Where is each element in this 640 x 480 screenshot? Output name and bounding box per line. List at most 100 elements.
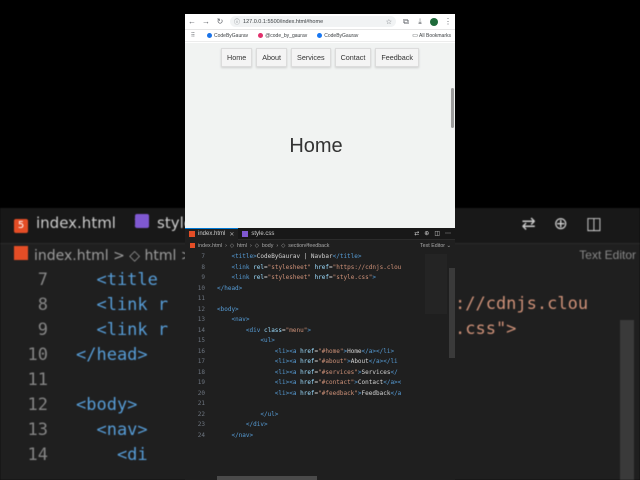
bg-code-text: </head> — [76, 345, 148, 365]
code-token: "#feedback" — [318, 389, 358, 397]
preview-icon[interactable]: ⊕ — [424, 230, 429, 237]
bookmark-item[interactable]: CodeByGaurav — [207, 33, 248, 39]
line-number: 24 — [197, 431, 205, 439]
editor-tab-bar: index.html ✕ style.css ⇄ ⊕ ◫ ⋯ — [185, 228, 455, 240]
code-token: "menu" — [285, 326, 308, 334]
code-token: </a></li — [368, 358, 398, 365]
extensions-icon[interactable]: ⧉ — [402, 17, 410, 27]
bg-code-text: <di — [76, 445, 148, 465]
code-line[interactable]: 23 </div> — [185, 420, 447, 431]
breadcrumb-section[interactable]: section#feedback — [288, 243, 329, 249]
bg-line-number: 9 — [37, 320, 48, 340]
line-number: 7 — [201, 253, 205, 260]
code-line[interactable]: 9 <link rel="stylesheet" href="style.css… — [185, 273, 447, 284]
code-token: <li><a — [274, 358, 301, 365]
line-number: 19 — [197, 379, 205, 386]
line-number: 20 — [197, 389, 205, 397]
bookmark-star-icon[interactable]: ☆ — [386, 18, 392, 26]
breadcrumb: index.html › ◇ html › ◇ body › ◇ section#feedb… — [185, 240, 455, 251]
bg-line-number: 7 — [37, 270, 48, 290]
code-line[interactable]: 13 <nav> — [185, 315, 447, 326]
bookmarks-bar: ⠿ CodeByGaurav @code_by_gaurav CodeByGau… — [185, 30, 455, 42]
breadcrumb-html[interactable]: html — [237, 243, 247, 249]
nav-link-home[interactable]: Home — [221, 48, 253, 67]
bg-code-text: <nav> — [76, 420, 148, 440]
url-text: 127.0.0.1:5500/index.html#home — [243, 18, 324, 25]
code-token: About — [350, 358, 369, 365]
line-number: 12 — [197, 305, 205, 313]
code-line[interactable]: 20 <li><a href="#feedback">Feedback</a — [185, 389, 447, 400]
code-token: "https://cdnjs.clou — [332, 263, 402, 271]
code-token: <li><a — [274, 368, 301, 376]
breadcrumb-file[interactable]: index.html — [198, 243, 222, 249]
code-token: > — [307, 326, 311, 334]
menu-icon[interactable]: ⋮ — [444, 17, 452, 26]
bookmark-item[interactable]: CodeByGaurav — [317, 33, 358, 39]
code-token: "#contact" — [318, 379, 355, 386]
code-line[interactable]: 18 <li><a href="#services">Services</ — [185, 368, 447, 379]
bookmark-item[interactable]: @code_by_gaurav — [258, 33, 307, 39]
nav-link-feedback[interactable]: Feedback — [375, 48, 419, 67]
brackets-icon: ◇ — [281, 242, 286, 249]
horizontal-scrollbar[interactable] — [217, 476, 317, 480]
address-bar[interactable]: ⓘ 127.0.0.1:5500/index.html#home ☆ — [230, 16, 396, 27]
nav-link-services[interactable]: Services — [291, 48, 331, 67]
editor-scrollbar[interactable] — [449, 268, 455, 358]
code-editor: index.html ✕ style.css ⇄ ⊕ ◫ ⋯ index.html… — [185, 228, 455, 480]
tab-style-css[interactable]: style.css — [238, 228, 278, 240]
page-scrollbar[interactable] — [451, 88, 454, 128]
bg-line-number: 11 — [27, 370, 48, 390]
download-icon[interactable]: ⤓ — [416, 17, 424, 27]
site-info-icon[interactable]: ⓘ — [234, 17, 240, 26]
code-line[interactable]: 11 — [185, 294, 447, 305]
code-line[interactable]: 7 <title>CodeByGaurav | Navbar</title> — [185, 252, 447, 263]
code-token: <link — [231, 274, 254, 281]
all-bookmarks[interactable]: ▭ All Bookmarks — [412, 32, 451, 39]
profile-avatar[interactable] — [430, 17, 438, 26]
code-line[interactable]: 14 <div class="menu"> — [185, 326, 447, 337]
code-line[interactable]: 10 </head> — [185, 284, 447, 295]
line-number: 13 — [197, 316, 205, 323]
line-number: 10 — [197, 284, 205, 292]
nav-link-about[interactable]: About — [256, 48, 288, 67]
code-area[interactable]: 7 <title>CodeByGaurav | Navbar</title> 8 … — [185, 252, 447, 441]
bg-code-text: <body> — [76, 395, 138, 415]
tab-index-html[interactable]: index.html ✕ — [185, 228, 239, 240]
instagram-icon — [258, 32, 264, 38]
bg-code-text: <link r — [76, 320, 169, 340]
code-line[interactable]: 12 <body> — [185, 305, 447, 316]
code-token: rel — [253, 263, 264, 271]
code-line[interactable]: 16 <li><a href="#home">Home</a></li> — [185, 347, 447, 358]
brackets-icon: ◇ — [129, 248, 141, 264]
nav-link-contact[interactable]: Contact — [334, 48, 372, 67]
reload-icon[interactable]: ↻ — [216, 17, 224, 26]
more-icon[interactable]: ⋯ — [445, 230, 451, 237]
breadcrumb-body[interactable]: body — [262, 243, 274, 249]
code-line[interactable]: 22 </ul> — [185, 410, 447, 421]
close-icon[interactable]: ✕ — [229, 231, 234, 238]
code-token: href — [310, 274, 330, 281]
back-icon[interactable]: ← — [188, 17, 196, 26]
code-line[interactable]: 17 <li><a href="#about">About</a></li — [185, 357, 447, 368]
code-token: </a — [390, 389, 402, 397]
code-line[interactable]: 15 <ul> — [185, 336, 447, 347]
brackets-icon: ◇ — [229, 242, 234, 249]
line-number: 15 — [197, 337, 205, 344]
apps-icon[interactable]: ⠿ — [189, 32, 197, 39]
code-line[interactable]: 21 — [185, 399, 447, 410]
split-editor-icon[interactable]: ◫ — [434, 230, 440, 237]
folder-icon: ▭ — [412, 33, 418, 39]
code-line[interactable]: 19 <li><a href="#contact">Contact</a>< — [185, 378, 447, 389]
text-editor-label[interactable]: Text Editor ⌄ — [420, 243, 451, 249]
forward-icon[interactable]: → — [202, 17, 210, 26]
compare-icon[interactable]: ⇄ — [414, 230, 419, 237]
minimap[interactable] — [425, 254, 447, 314]
code-line[interactable]: 8 <link rel="stylesheet" href="https://c… — [185, 263, 447, 274]
html5-icon: 5 — [14, 219, 28, 233]
line-number: 11 — [197, 295, 205, 302]
code-line[interactable]: 24 </nav> — [185, 431, 447, 442]
